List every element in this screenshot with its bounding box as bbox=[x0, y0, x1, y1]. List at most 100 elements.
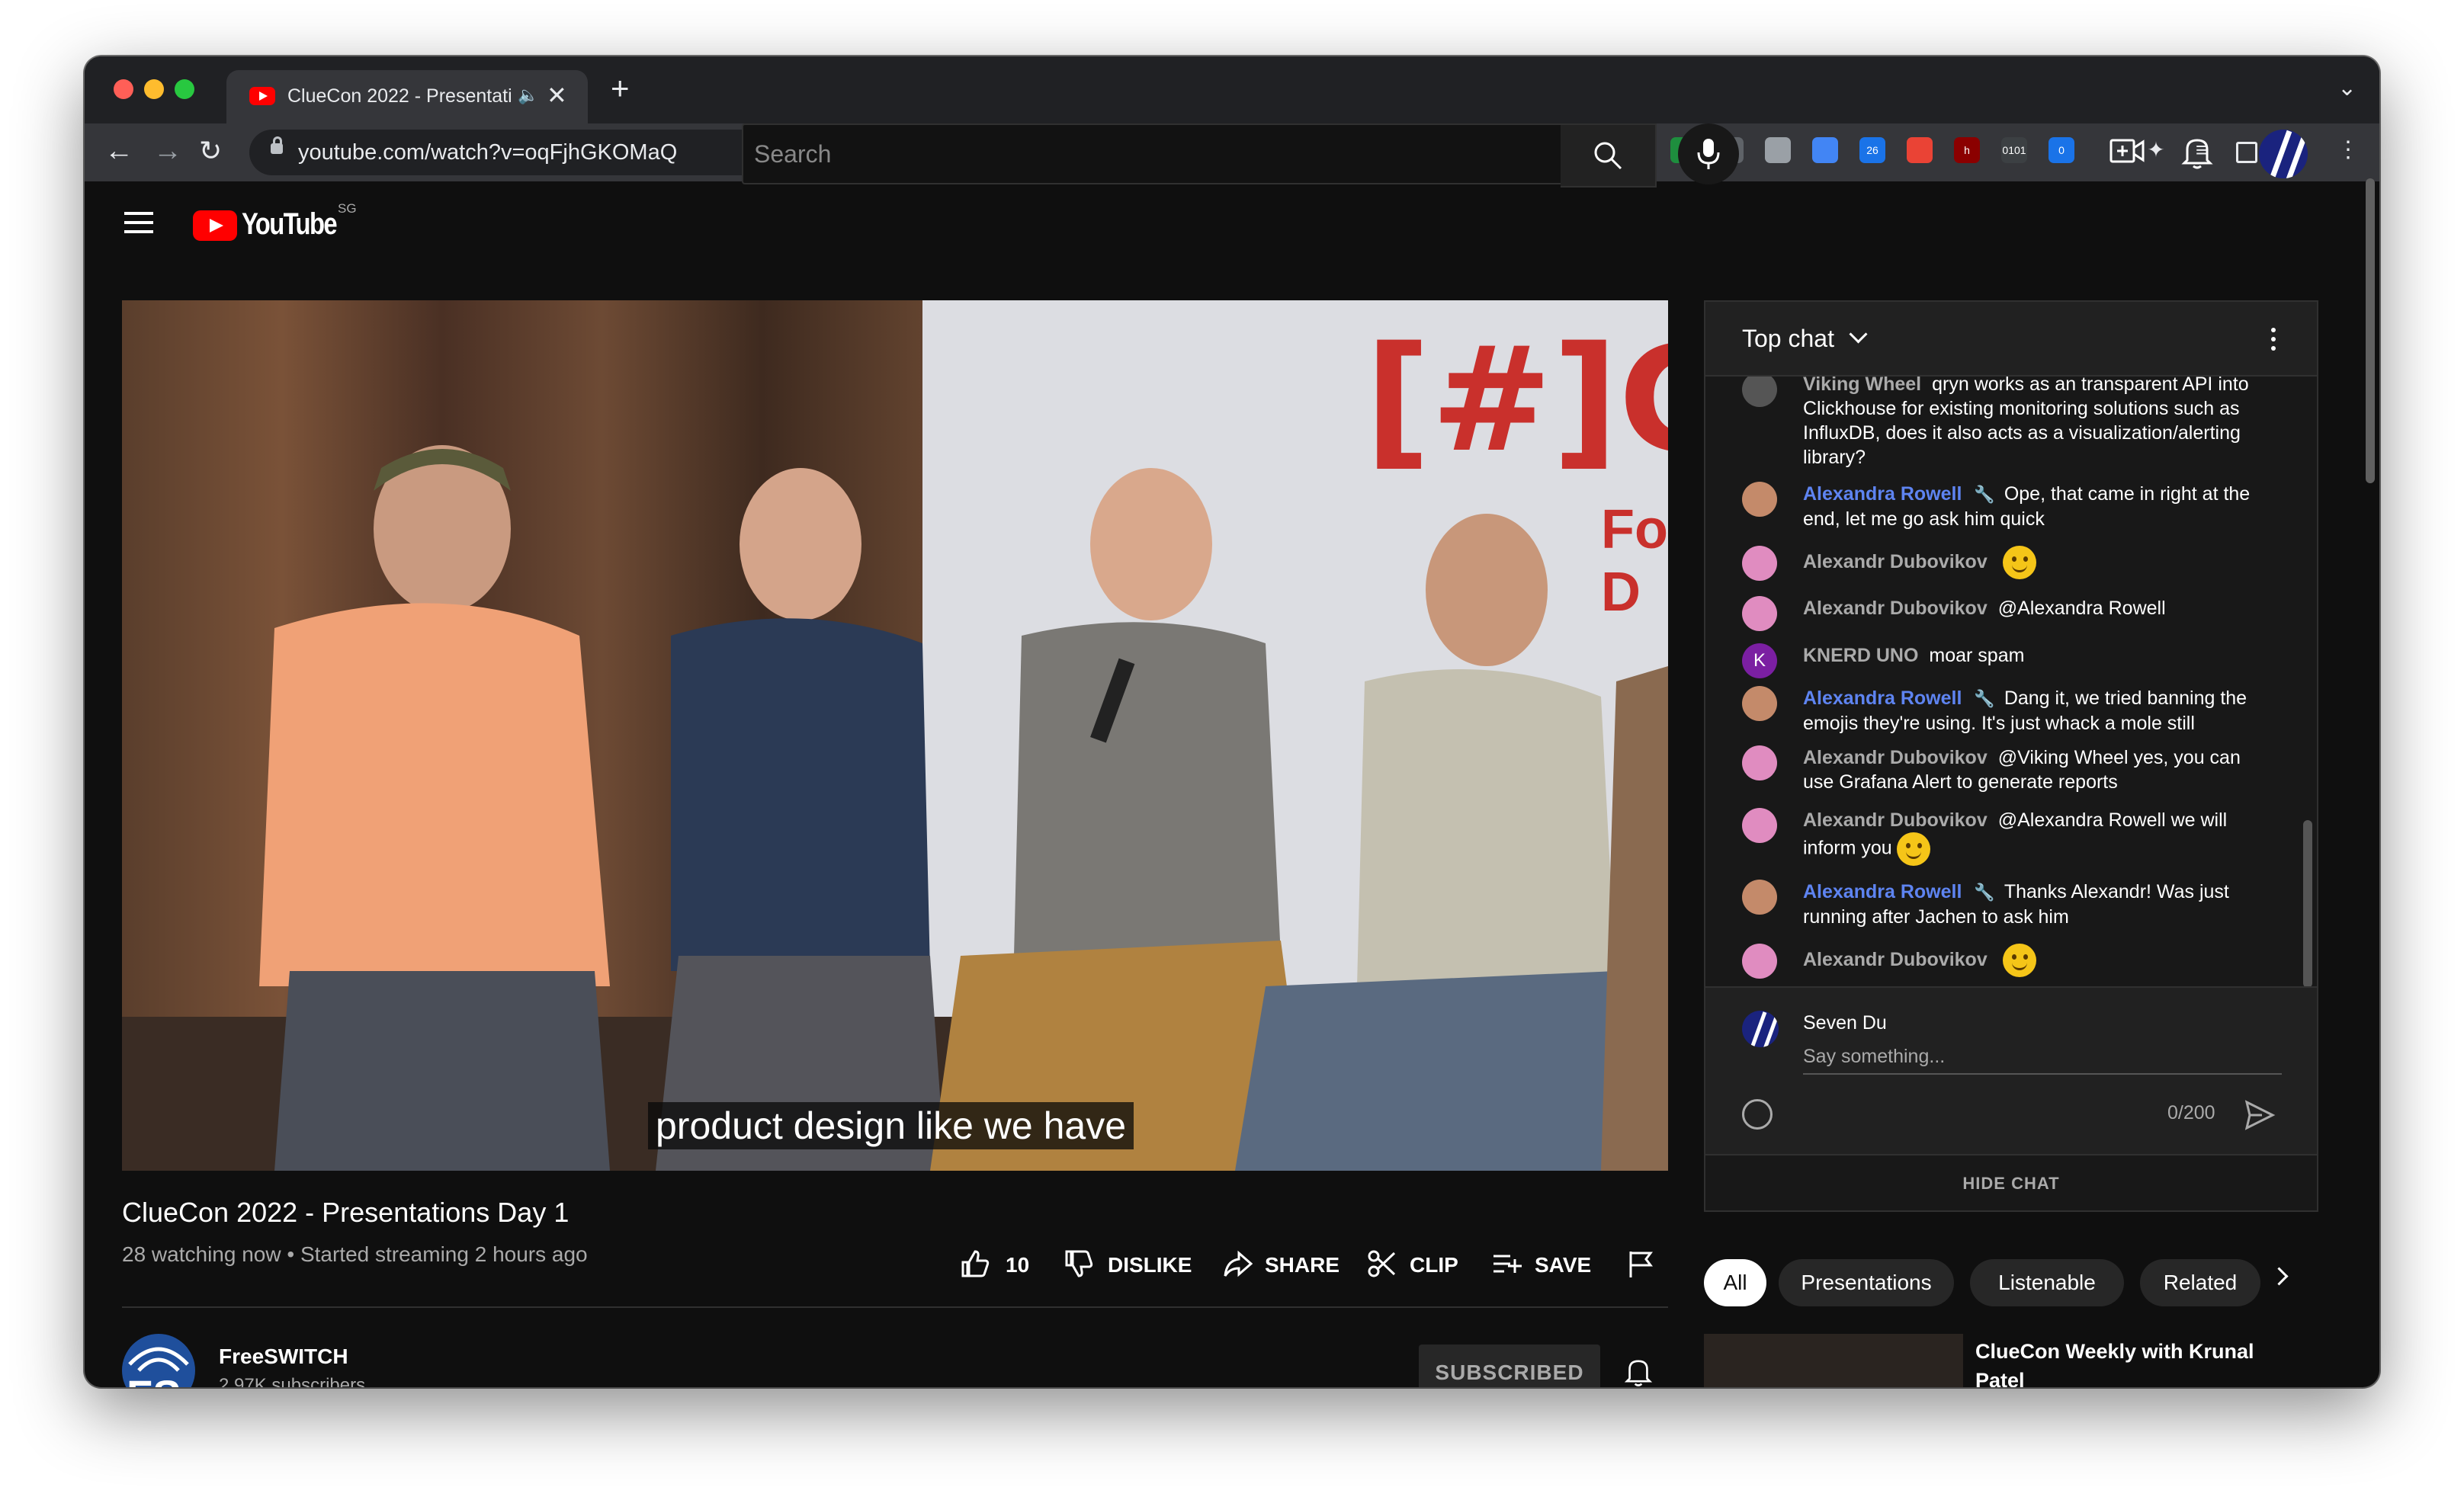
counter-extension-icon[interactable]: 26 bbox=[1859, 137, 1885, 163]
chat-author-avatar[interactable] bbox=[1742, 745, 1777, 780]
chat-messages: Viking Wheel qryn works as an transparent… bbox=[1705, 377, 2300, 979]
h-extension-icon[interactable]: h bbox=[1954, 137, 1980, 163]
chat-author-name[interactable]: Alexandr Dubovikov bbox=[1803, 747, 1988, 768]
share-button[interactable]: SHARE bbox=[1265, 1253, 1339, 1277]
chat-author-name[interactable]: Alexandr Dubovikov bbox=[1803, 949, 1988, 970]
subscribed-button[interactable]: SUBSCRIBED bbox=[1419, 1345, 1600, 1387]
like-count[interactable]: 10 bbox=[1006, 1253, 1029, 1277]
chat-author-avatar[interactable] bbox=[1742, 482, 1777, 517]
chat-message-text: @Alexandra Rowell bbox=[1997, 598, 2166, 619]
char-counter: 0/200 bbox=[2167, 1102, 2215, 1123]
side-panel-icon[interactable] bbox=[2236, 142, 2257, 163]
minimize-window-button[interactable] bbox=[144, 79, 164, 99]
network-extension-icon[interactable]: 0 bbox=[2049, 137, 2074, 163]
dislike-button[interactable]: DISLIKE bbox=[1108, 1253, 1192, 1277]
tab-cluecon[interactable]: ClueCon 2022 - Presentati 🔈 ✕ bbox=[226, 70, 588, 123]
chat-author-name[interactable]: Alexandra Rowell bbox=[1803, 881, 1962, 902]
voice-search-button[interactable] bbox=[1678, 123, 1739, 184]
wink-emoji-icon bbox=[2002, 944, 2036, 977]
wink-emoji-icon bbox=[2002, 546, 2036, 579]
search-button[interactable] bbox=[1561, 123, 1657, 188]
chat-author-name[interactable]: Alexandr Dubovikov bbox=[1803, 551, 1988, 572]
chat-author-avatar[interactable] bbox=[1742, 944, 1777, 979]
page-scrollbar[interactable] bbox=[2366, 178, 2375, 483]
youtube-logo-icon[interactable] bbox=[193, 210, 237, 241]
chat-author-name[interactable]: Viking Wheel bbox=[1803, 377, 1921, 395]
chip-all[interactable]: All bbox=[1704, 1259, 1766, 1306]
forward-arrow-icon[interactable]: → bbox=[153, 134, 182, 168]
like-thumb-icon[interactable] bbox=[960, 1248, 990, 1279]
moderator-wrench-icon: 🔧 bbox=[1974, 689, 1995, 708]
chat-author-avatar[interactable] bbox=[1742, 686, 1777, 721]
puzzle-extensions-icon[interactable]: ✦ bbox=[2143, 137, 2169, 163]
color-extension-icon[interactable] bbox=[1907, 137, 1933, 163]
notifications-bell-icon[interactable] bbox=[2178, 133, 2216, 171]
dislike-thumb-icon[interactable] bbox=[1064, 1248, 1094, 1279]
youtube-logo-text[interactable]: YouTube bbox=[242, 207, 338, 242]
browser-menu-icon[interactable]: ⋮ bbox=[2335, 137, 2361, 163]
chat-author-avatar[interactable] bbox=[1742, 546, 1777, 581]
video-caption: product design like we have bbox=[648, 1102, 1134, 1149]
chat-author-name[interactable]: Alexandra Rowell bbox=[1803, 483, 1962, 505]
youtube-header: YouTube SG bbox=[85, 181, 2379, 270]
new-tab-button[interactable]: + bbox=[611, 72, 630, 104]
browser-window: ClueCon 2022 - Presentati 🔈 ✕ + ⌄ ← → ↻ … bbox=[85, 56, 2379, 1387]
channel-subscribers: 2.97K subscribers bbox=[219, 1375, 366, 1387]
channel-bell-icon[interactable] bbox=[1622, 1352, 1655, 1387]
share-arrow-icon[interactable] bbox=[1222, 1248, 1253, 1279]
chat-author-name[interactable]: Alexandr Dubovikov bbox=[1803, 598, 1988, 619]
chat-author-avatar[interactable] bbox=[1742, 377, 1777, 407]
current-user-avatar bbox=[1742, 1011, 1779, 1047]
tab-close-icon[interactable]: ✕ bbox=[547, 81, 567, 110]
chat-author-name[interactable]: Alexandra Rowell bbox=[1803, 688, 1962, 709]
region-code: SG bbox=[338, 201, 357, 216]
chip-listenable[interactable]: Listenable bbox=[1970, 1259, 2124, 1306]
emoji-picker-icon[interactable] bbox=[1742, 1099, 1773, 1130]
maximize-window-button[interactable] bbox=[175, 79, 194, 99]
chat-input-area: Seven Du Say something... 0/200 bbox=[1705, 986, 2317, 1155]
chat-author-name[interactable]: KNERD UNO bbox=[1803, 645, 1918, 666]
speaker-icon[interactable]: 🔈 bbox=[518, 85, 538, 105]
search-input[interactable]: Search bbox=[742, 123, 1562, 184]
channel-avatar[interactable]: FS bbox=[122, 1334, 195, 1387]
smile-emoji-icon bbox=[1896, 832, 1930, 866]
chat-scrollbar[interactable] bbox=[2303, 820, 2312, 988]
chat-author-name[interactable]: Alexandr Dubovikov bbox=[1803, 809, 1988, 831]
chip-related[interactable]: Related bbox=[2140, 1259, 2260, 1306]
send-icon[interactable] bbox=[2244, 1099, 2276, 1131]
scissors-clip-icon[interactable] bbox=[1367, 1248, 1397, 1279]
url-text[interactable]: youtube.com/watch?v=oqFjhGKOMaQ bbox=[298, 140, 677, 165]
reload-icon[interactable]: ↻ bbox=[199, 134, 222, 168]
video-player[interactable]: [#]C For D product design like we hav bbox=[122, 300, 1668, 1171]
translate-extension-icon[interactable] bbox=[1812, 137, 1838, 163]
chevron-down-icon[interactable] bbox=[1849, 325, 1868, 344]
binary-extension-icon[interactable]: 0101 bbox=[2001, 137, 2027, 163]
account-avatar[interactable] bbox=[2259, 130, 2308, 178]
save-playlist-icon[interactable] bbox=[1492, 1248, 1522, 1279]
chip-presentations[interactable]: Presentations bbox=[1779, 1259, 1954, 1306]
hamburger-menu-icon[interactable] bbox=[124, 212, 153, 215]
chevron-right-icon[interactable] bbox=[2270, 1267, 2289, 1286]
clip-button[interactable]: CLIP bbox=[1410, 1253, 1458, 1277]
chat-author-avatar[interactable] bbox=[1742, 880, 1777, 915]
save-button[interactable]: SAVE bbox=[1535, 1253, 1591, 1277]
lock-icon bbox=[271, 136, 283, 154]
report-flag-icon[interactable] bbox=[1626, 1248, 1657, 1279]
hide-chat-button[interactable]: HIDE CHAT bbox=[1705, 1154, 2317, 1212]
info-divider bbox=[122, 1306, 1668, 1308]
chat-extension-icon[interactable] bbox=[1765, 137, 1791, 163]
chat-mode-selector[interactable]: Top chat bbox=[1742, 325, 1834, 353]
chat-more-icon[interactable] bbox=[2271, 328, 2276, 332]
chat-author-avatar[interactable]: K bbox=[1742, 643, 1777, 678]
close-window-button[interactable] bbox=[114, 79, 133, 99]
chat-message-input[interactable]: Say something... bbox=[1803, 1046, 2282, 1075]
tab-search-chevron-icon[interactable]: ⌄ bbox=[2337, 75, 2357, 101]
chat-author-avatar[interactable] bbox=[1742, 596, 1777, 631]
create-video-icon[interactable] bbox=[2108, 133, 2146, 171]
back-arrow-icon[interactable]: ← bbox=[104, 134, 133, 168]
live-chat-panel: Top chat Viking Wheel qryn works as an tr… bbox=[1704, 300, 2318, 1212]
related-video-thumbnail[interactable] bbox=[1704, 1334, 1963, 1387]
channel-name[interactable]: FreeSWITCH bbox=[219, 1345, 348, 1369]
chat-author-avatar[interactable] bbox=[1742, 808, 1777, 843]
related-video-title[interactable]: ClueCon Weekly with Krunal Patel bbox=[1975, 1337, 2296, 1387]
